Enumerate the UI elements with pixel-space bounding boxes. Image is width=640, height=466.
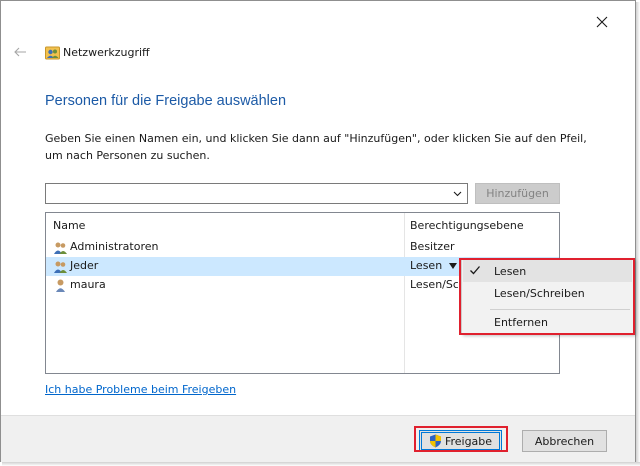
table-row[interactable]: Administratoren Besitzer (46, 238, 559, 257)
add-button[interactable]: Hinzufügen (475, 183, 560, 204)
menu-item-read-write[interactable]: Lesen/Schreiben (463, 282, 632, 304)
network-access-dialog: Netzwerkzugriff Personen für die Freigab… (0, 0, 636, 462)
menu-item-label: Lesen (494, 265, 527, 278)
row-name: Jeder (70, 259, 99, 272)
close-icon (596, 16, 608, 28)
column-header-permission[interactable]: Berechtigungsebene (410, 219, 524, 232)
menu-item-label: Lesen/Schreiben (494, 287, 585, 300)
share-button-label: Freigabe (444, 434, 493, 448)
cancel-button[interactable]: Abbrechen (522, 430, 607, 452)
menu-item-remove[interactable]: Entfernen (463, 311, 632, 333)
combo-dropdown-button[interactable] (449, 185, 465, 202)
back-arrow-icon (14, 47, 26, 57)
dialog-footer: Freigabe Abbrechen (1, 415, 635, 462)
row-name: Administratoren (70, 240, 159, 253)
instructions-text: Geben Sie einen Namen ein, und klicken S… (45, 132, 587, 162)
column-header-name[interactable]: Name (53, 219, 85, 232)
user-icon (56, 279, 65, 292)
permission-context-menu: Lesen Lesen/Schreiben Entfernen (461, 258, 634, 334)
user-group-icon (54, 261, 67, 273)
menu-separator (490, 309, 630, 310)
row-permission[interactable]: Lesen (410, 259, 450, 272)
help-link[interactable]: Ich habe Probleme beim Freigeben (45, 383, 236, 396)
row-permission: Besitzer (410, 240, 455, 253)
name-input[interactable] (48, 185, 443, 202)
uac-shield-icon (429, 434, 441, 448)
back-button[interactable] (10, 42, 30, 62)
window-shadow-right (636, 2, 640, 464)
share-button[interactable]: Freigabe (419, 430, 502, 452)
chevron-down-icon (453, 191, 461, 196)
list-header: Name Berechtigungsebene (46, 213, 559, 237)
menu-item-read[interactable]: Lesen (463, 260, 632, 282)
page-heading: Personen für die Freigabe auswählen (45, 93, 287, 109)
menu-item-label: Entfernen (494, 316, 548, 329)
row-name: maura (70, 278, 106, 291)
checkmark-icon (470, 266, 480, 275)
window-shadow-bottom (2, 462, 640, 466)
row-permission: Lesen/Sc (410, 278, 458, 291)
network-share-icon (45, 46, 60, 60)
window-title: Netzwerkzugriff (63, 46, 150, 59)
user-group-icon (54, 242, 67, 254)
permission-dropdown-arrow-icon[interactable] (449, 263, 457, 269)
close-button[interactable] (591, 11, 613, 33)
name-combobox[interactable] (45, 183, 468, 204)
